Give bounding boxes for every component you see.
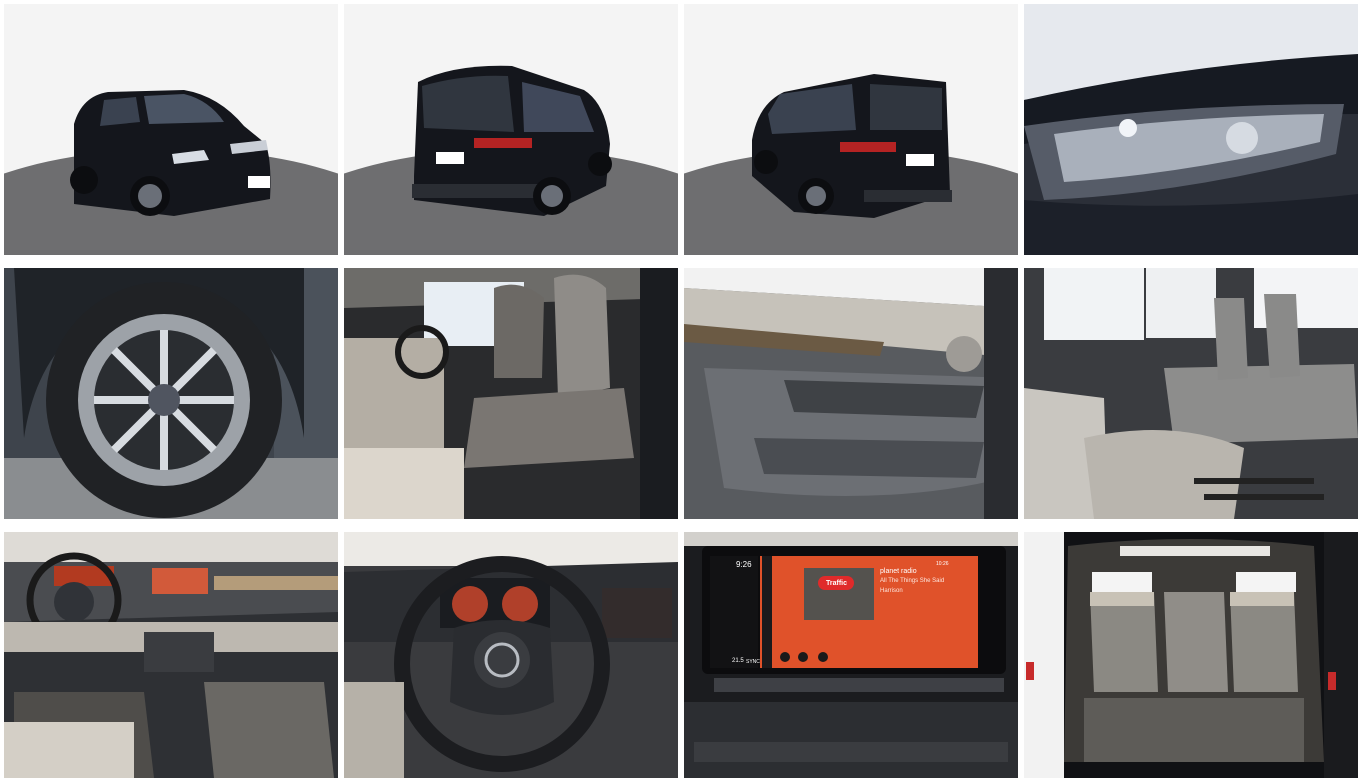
infotainment-sync: SYNC xyxy=(746,659,760,665)
headlight-image xyxy=(1024,4,1358,255)
door-panel-image xyxy=(684,268,1018,519)
photo-wheel-detail[interactable] xyxy=(4,268,338,519)
van-rear-right-image xyxy=(684,4,1018,255)
photo-gallery-grid: 9:26 planet radio All The Things She Sai… xyxy=(4,4,1358,778)
infotainment-song: All The Things She Said xyxy=(880,578,945,584)
photo-exterior-front-three-quarter[interactable] xyxy=(4,4,338,255)
steering-wheel-image xyxy=(344,532,678,778)
photo-dashboard[interactable] xyxy=(4,532,338,778)
van-front-image xyxy=(4,4,338,255)
photo-trunk[interactable] xyxy=(1024,532,1358,778)
infotainment-station: planet radio xyxy=(880,568,917,575)
photo-headlight-detail[interactable] xyxy=(1024,4,1358,255)
van-rear-left-image xyxy=(344,4,678,255)
front-seats-image xyxy=(344,268,678,519)
rear-seats-image xyxy=(1024,268,1358,519)
photo-rear-seats[interactable] xyxy=(1024,268,1358,519)
photo-exterior-rear-right[interactable] xyxy=(684,4,1018,255)
photo-front-seats[interactable] xyxy=(344,268,678,519)
trunk-image xyxy=(1024,532,1358,778)
infotainment-clock-small: 10:26 xyxy=(936,561,949,567)
infotainment-image xyxy=(684,532,1018,778)
infotainment-artist: Harrison xyxy=(880,588,903,594)
infotainment-time: 9:26 xyxy=(736,560,752,569)
dashboard-image xyxy=(4,532,338,778)
infotainment-traffic-badge: Traffic xyxy=(826,580,848,587)
infotainment-temp: 21.5 xyxy=(732,658,744,664)
photo-infotainment-screen[interactable]: 9:26 planet radio All The Things She Sai… xyxy=(684,532,1018,778)
photo-steering-wheel[interactable] xyxy=(344,532,678,778)
photo-exterior-rear-left[interactable] xyxy=(344,4,678,255)
photo-door-panel[interactable] xyxy=(684,268,1018,519)
wheel-image xyxy=(4,268,338,519)
